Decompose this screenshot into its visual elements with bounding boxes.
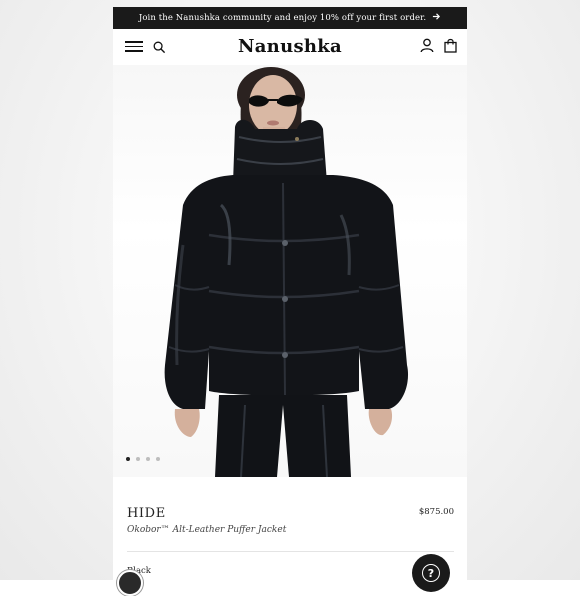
brand-logo[interactable]: Nanushka [113,36,467,57]
promo-banner[interactable]: Join the Nanushka community and enjoy 10… [113,7,467,29]
color-swatch-black[interactable] [117,570,143,596]
promo-text: Join the Nanushka community and enjoy 10… [138,13,427,23]
question-mark-icon: ? [422,564,440,582]
gallery-dot[interactable] [156,457,160,461]
bag-icon[interactable] [444,38,457,57]
gallery-dot[interactable] [146,457,150,461]
help-button[interactable]: ? [412,554,450,592]
product-name: Okobor™ Alt-Leather Puffer Jacket [127,525,287,535]
site-header: Nanushka [113,29,467,65]
arrow-right-icon [432,12,441,24]
gallery-dots [126,457,160,461]
product-price: $875.00 [418,507,454,517]
product-image[interactable] [113,65,467,477]
mobile-page: Join the Nanushka community and enjoy 10… [113,7,467,580]
product-brand: HIDE [127,506,166,521]
account-icon[interactable] [420,38,434,57]
gallery-dot[interactable] [126,457,130,461]
divider [127,551,454,552]
gallery-dot[interactable] [136,457,140,461]
